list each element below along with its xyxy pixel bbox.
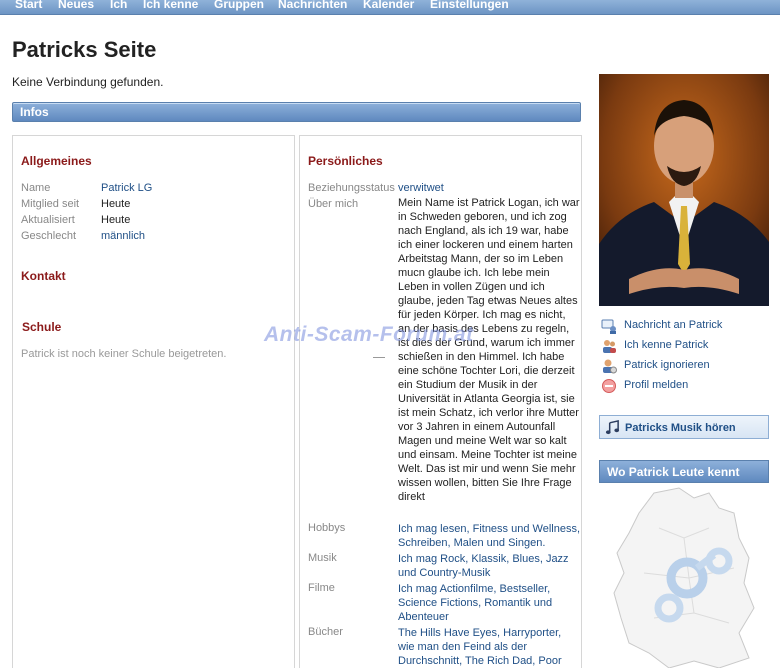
page-title: Patricks Seite xyxy=(12,37,157,62)
about-text: Mein Name ist Patrick Logan, ich war in … xyxy=(398,197,580,503)
listen-music-button[interactable]: Patricks Musik hören xyxy=(599,415,769,439)
infos-label: Infos xyxy=(20,105,49,119)
school-heading: Schule xyxy=(22,320,62,334)
gender-value[interactable]: männlich xyxy=(101,230,145,242)
books-label: Bücher xyxy=(308,626,343,638)
top-navigation: Start Neues Ich Ich kenne Gruppen Nachri… xyxy=(0,0,780,15)
nav-kalender[interactable]: Kalender xyxy=(363,0,414,11)
books-value[interactable]: The Hills Have Eyes, Harryporter, wie ma… xyxy=(398,626,580,668)
member-since-label: Mitglied seit xyxy=(21,198,80,210)
music-label: Musik xyxy=(308,552,337,564)
relationship-value[interactable]: verwitwet xyxy=(398,182,444,194)
map-title: Wo Patrick Leute kennt xyxy=(607,465,740,479)
updated-value: Heute xyxy=(101,214,131,226)
watermark: Anti-Scam-Forum.at xyxy=(264,323,474,346)
general-heading: Allgemeines xyxy=(21,154,92,168)
message-icon xyxy=(601,319,616,334)
music-value[interactable]: Ich mag Rock, Klassik, Blues, Jazz und C… xyxy=(398,552,580,580)
relationship-label: Beziehungsstatus xyxy=(308,182,395,194)
profile-photo xyxy=(599,74,769,306)
school-note: Patrick ist noch keiner Schule beigetret… xyxy=(21,348,227,360)
nav-ich[interactable]: Ich xyxy=(110,0,127,11)
music-note-icon xyxy=(605,420,620,435)
hobbies-label: Hobbys xyxy=(308,522,346,534)
nav-nachrichten[interactable]: Nachrichten xyxy=(278,0,347,11)
germany-map[interactable] xyxy=(599,483,769,668)
about-label: Über mich xyxy=(308,198,359,210)
nav-ich-kenne[interactable]: Ich kenne xyxy=(143,0,198,11)
ignore-user-icon xyxy=(603,359,617,374)
contact-heading: Kontakt xyxy=(21,269,66,283)
connection-status: Keine Verbindung gefunden. xyxy=(12,75,164,89)
know-user-label[interactable]: Ich kenne Patrick xyxy=(624,339,708,351)
member-since-value: Heute xyxy=(101,198,131,210)
nav-gruppen[interactable]: Gruppen xyxy=(214,0,264,11)
personal-heading: Persönliches xyxy=(308,154,383,168)
report-icon xyxy=(602,379,616,393)
nav-neues[interactable]: Neues xyxy=(58,0,94,11)
divider-mark xyxy=(373,357,385,358)
gender-label: Geschlecht xyxy=(21,230,77,242)
listen-music-label[interactable]: Patricks Musik hören xyxy=(625,422,736,434)
infos-header: Infos xyxy=(12,102,581,122)
nav-einstellungen[interactable]: Einstellungen xyxy=(430,0,509,11)
films-value[interactable]: Ich mag Actionfilme, Bestseller, Science… xyxy=(398,582,580,624)
report-profile-label[interactable]: Profil melden xyxy=(624,379,688,391)
name-label: Name xyxy=(21,182,51,194)
updated-label: Aktualisiert xyxy=(21,214,75,226)
hobbies-value[interactable]: Ich mag lesen, Fitness und Wellness, Sch… xyxy=(398,522,580,550)
nav-start[interactable]: Start xyxy=(15,0,42,11)
send-message-label[interactable]: Nachricht an Patrick xyxy=(624,319,722,331)
map-header: Wo Patrick Leute kennt xyxy=(599,460,769,483)
name-value[interactable]: Patrick LG xyxy=(101,182,152,194)
add-friend-icon xyxy=(603,340,616,353)
films-label: Filme xyxy=(308,582,335,594)
ignore-user-label[interactable]: Patrick ignorieren xyxy=(624,359,710,371)
